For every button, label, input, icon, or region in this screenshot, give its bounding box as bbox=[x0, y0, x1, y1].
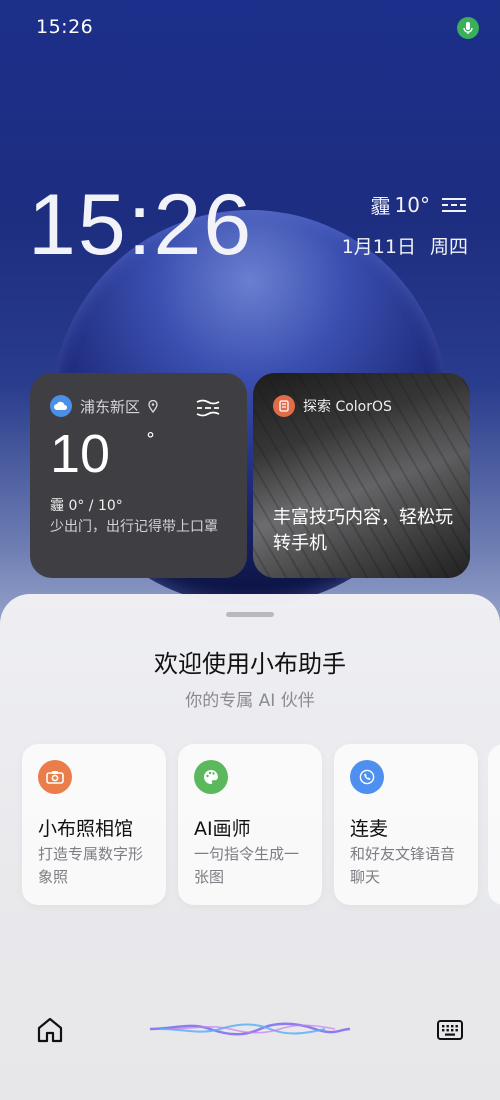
weather-widget-temperature: 10 bbox=[50, 424, 111, 484]
keyboard-icon[interactable] bbox=[434, 1014, 466, 1046]
explore-coloros-widget[interactable]: 探索 ColorOS 丰富技巧内容，轻松玩转手机 bbox=[253, 373, 470, 578]
microphone-indicator-icon bbox=[457, 17, 479, 39]
tips-app-icon bbox=[273, 395, 295, 417]
weather-widget-tip: 少出门，出行记得带上口罩 bbox=[50, 519, 218, 535]
haze-icon bbox=[442, 197, 466, 212]
weather-widget-degree: ° bbox=[146, 429, 155, 450]
card-title: AI画师 bbox=[194, 818, 251, 840]
card-title: 小布照相馆 bbox=[38, 818, 134, 840]
weather-app-icon bbox=[50, 395, 72, 417]
assistant-subtitle: 你的专属 AI 伙伴 bbox=[185, 691, 315, 711]
voice-wave-icon[interactable] bbox=[150, 1018, 350, 1040]
status-bar-time: 15:26 bbox=[36, 16, 94, 38]
lock-weather-condition: 霾 bbox=[370, 194, 391, 218]
camera-icon bbox=[38, 760, 72, 794]
assistant-card-ai-painter[interactable]: AI画师 一句指令生成一张图 bbox=[178, 744, 322, 905]
palette-icon bbox=[194, 760, 228, 794]
card-description: 和好友文锋语音聊天 bbox=[350, 845, 456, 886]
phone-icon bbox=[350, 760, 384, 794]
weather-haze-icon bbox=[196, 399, 220, 417]
location-pin-icon bbox=[148, 399, 158, 413]
lock-weather: 霾 10° bbox=[371, 190, 468, 219]
lock-weather-temp: 10° bbox=[394, 192, 430, 217]
assistant-card-photo-studio[interactable]: 小布照相馆 打造专属数字形象照 bbox=[22, 744, 166, 905]
assistant-card-next-peek[interactable] bbox=[488, 744, 500, 905]
weather-location-label: 浦东新区 bbox=[80, 397, 141, 416]
weather-widget[interactable]: 浦东新区 10 ° 霾 0° / 10° 少出门，出行记得带上口罩 bbox=[30, 373, 247, 578]
explore-widget-body: 丰富技巧内容，轻松玩转手机 bbox=[273, 507, 453, 554]
sheet-drag-handle[interactable] bbox=[226, 612, 274, 617]
weather-widget-location: 浦东新区 bbox=[50, 395, 158, 417]
card-description: 打造专属数字形象照 bbox=[38, 845, 144, 886]
lock-date-weekday: 周四 bbox=[429, 236, 468, 258]
home-icon[interactable] bbox=[34, 1014, 66, 1046]
lock-date: 1月11日 周四 bbox=[342, 232, 468, 259]
explore-widget-title: 探索 ColorOS bbox=[303, 399, 392, 415]
weather-widget-range: 霾 0° / 10° bbox=[50, 498, 123, 514]
assistant-welcome-title: 欢迎使用小布助手 bbox=[154, 650, 346, 678]
explore-widget-header: 探索 ColorOS bbox=[273, 395, 392, 417]
card-description: 一句指令生成一张图 bbox=[194, 845, 300, 886]
lock-screen-clock: 15:26 bbox=[28, 177, 254, 273]
assistant-card-voice-chat[interactable]: 连麦 和好友文锋语音聊天 bbox=[334, 744, 478, 905]
card-title: 连麦 bbox=[350, 818, 389, 840]
lock-date-day: 1月11日 bbox=[341, 236, 416, 258]
assistant-bottom-sheet: 欢迎使用小布助手 你的专属 AI 伙伴 小布照相馆 打造专属数字形象照 AI画师… bbox=[0, 594, 500, 1100]
